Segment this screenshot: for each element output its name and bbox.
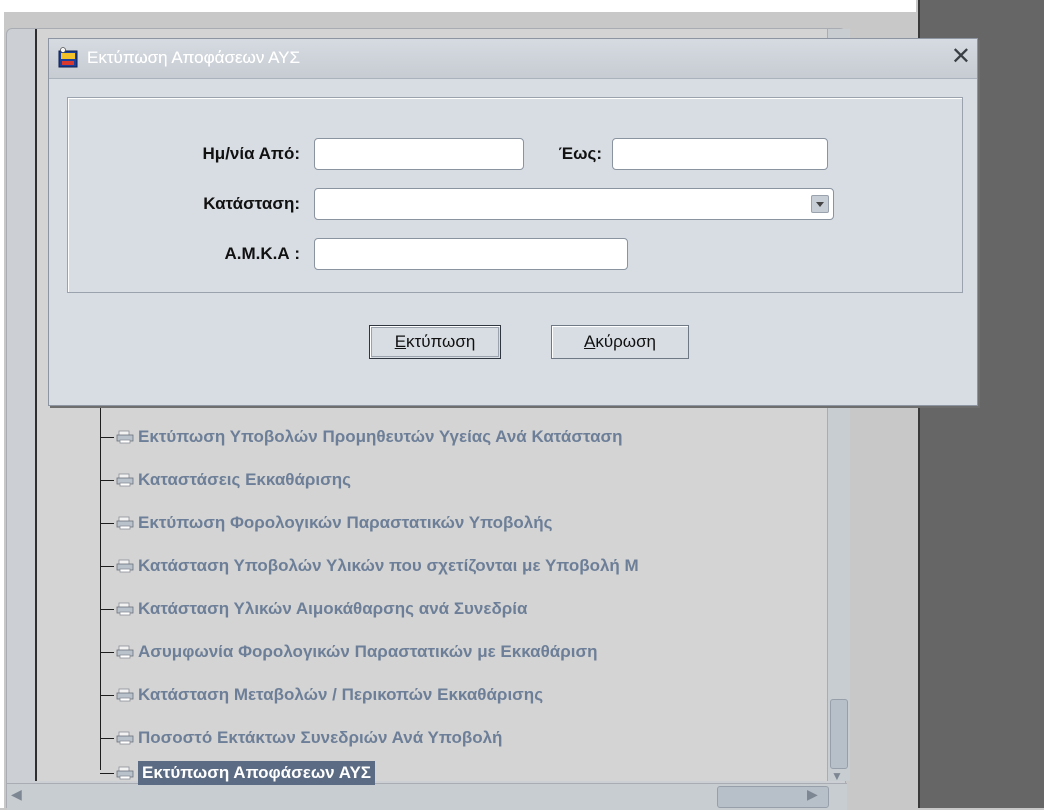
printer-icon [116,516,134,530]
tree-item-label: Κατάσταση Μεταβολών / Περικοπών Εκκαθάρι… [138,685,544,704]
tree-branch-line [100,694,114,696]
left-edge [0,0,4,808]
tree-item[interactable]: Ασυμφωνία Φορολογικών Παραστατικών με Εκ… [100,639,598,665]
tree-branch-line [100,651,114,653]
tree-item[interactable]: Εκτύπωση Αποφάσεων ΑΥΣ [100,760,376,786]
amka-label: Α.Μ.Κ.Α : [224,244,300,263]
date-to-input[interactable] [612,138,828,170]
scroll-down-icon[interactable]: ▼ [831,769,843,783]
printer-icon [116,645,134,659]
printer-icon [116,688,134,702]
printer-icon [116,430,134,444]
tree-item-label: Ποσοστό Εκτάκτων Συνεδριών Ανά Υποβολή [138,728,503,747]
print-button-label: κτύπωση [406,332,476,351]
tree-item-label: Εκτύπωση Αποφάσεων ΑΥΣ [138,761,376,785]
tree-item[interactable]: Κατάσταση Υποβολών Υλικών που σχετίζοντα… [100,553,639,579]
printer-icon [116,731,134,745]
cancel-button[interactable]: Ακύρωση [551,325,689,359]
tree-item-label: Ασυμφωνία Φορολογικών Παραστατικών με Εκ… [138,642,598,661]
dialog-titlebar[interactable]: Εκτύπωση Αποφάσεων ΑΥΣ ✕ [49,39,977,79]
print-button-mnemonic: Ε [394,332,407,351]
date-from-input[interactable] [314,138,524,170]
horizontal-scrollbar[interactable]: ◀ ▶ [7,783,847,810]
printer-icon [116,473,134,487]
tree-item-label: Κατάσταση Υλικών Αιμοκάθαρσης ανά Συνεδρ… [138,599,528,618]
tree-item-label: Καταστάσεις Εκκαθάρισης [138,470,351,489]
tree-item[interactable]: Καταστάσεις Εκκαθάρισης [100,467,351,493]
close-icon[interactable]: ✕ [951,45,971,69]
printer-icon [116,766,134,780]
tree-branch-line [100,772,114,774]
tree-item[interactable]: Εκτύπωση Φορολογικών Παραστατικών Υποβολ… [100,510,553,536]
printer-icon [116,602,134,616]
tree-item-label: Εκτύπωση Υποβολών Προμηθευτών Υγείας Ανά… [138,427,623,446]
tree-branch-line [100,565,114,567]
tree-item-label: Εκτύπωση Φορολογικών Παραστατικών Υποβολ… [138,513,553,532]
tree-item[interactable]: Ποσοστό Εκτάκτων Συνεδριών Ανά Υποβολή [100,725,502,751]
app-icon [58,47,78,68]
tree-item[interactable]: Κατάσταση Υλικών Αιμοκάθαρσης ανά Συνεδρ… [100,596,527,622]
date-to-label: Έως: [558,144,602,163]
dialog-title: Εκτύπωση Αποφάσεων ΑΥΣ [87,48,301,67]
top-edge [0,0,916,12]
tree-branch-line [100,436,114,438]
scroll-right-icon[interactable]: ▶ [807,786,818,803]
tree-item-label: Κατάσταση Υποβολών Υλικών που σχετίζοντα… [138,556,639,575]
print-decisions-dialog: Εκτύπωση Αποφάσεων ΑΥΣ ✕ Ημ/νία Από: Έως… [48,38,978,406]
tree-branch-line [100,479,114,481]
scroll-left-icon[interactable]: ◀ [11,786,22,803]
tree-branch-line [100,522,114,524]
date-from-label: Ημ/νία Από: [202,144,300,163]
tree-item[interactable]: Κατάσταση Μεταβολών / Περικοπών Εκκαθάρι… [100,682,543,708]
cancel-button-label: κύρωση [595,332,657,351]
tree-branch-line [100,608,114,610]
tree-branch-line [100,737,114,739]
vertical-scroll-thumb[interactable] [830,699,848,769]
cancel-button-mnemonic: Α [583,332,596,351]
printer-icon [116,559,134,573]
chevron-down-icon[interactable] [811,195,829,213]
status-select[interactable] [314,188,834,220]
print-button[interactable]: Εκτύπωση [369,325,501,359]
status-label: Κατάσταση: [203,194,300,213]
amka-input[interactable] [314,238,628,270]
filter-group: Ημ/νία Από: Έως: Κατάσταση: Α.Μ.Κ.Α : [67,97,963,293]
tree-item[interactable]: Εκτύπωση Υποβολών Προμηθευτών Υγείας Ανά… [100,424,623,450]
